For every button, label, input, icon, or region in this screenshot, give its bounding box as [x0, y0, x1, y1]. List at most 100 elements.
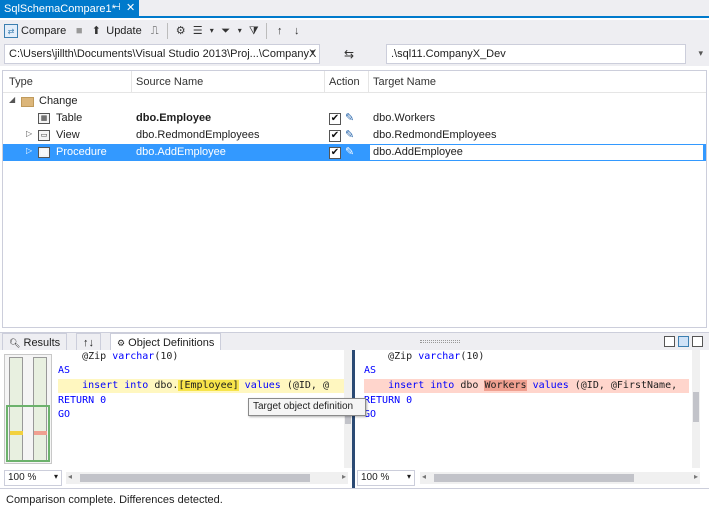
table-row[interactable]: ▦ Table dbo.Employee ✔ ✎ dbo.Workers: [3, 110, 706, 127]
code-keyword: varchar: [418, 351, 461, 362]
source-zoom-selector[interactable]: 100 % ▾: [4, 470, 62, 486]
row-target-name: dbo.Workers: [373, 112, 436, 124]
column-divider[interactable]: [324, 71, 325, 93]
zoom-value: 100 %: [8, 472, 37, 483]
code-keyword: varchar: [112, 351, 155, 362]
code-line-changed: insert into dbo.[Employee] values (@ID, …: [58, 379, 344, 393]
layout-split-vertical-icon[interactable]: [664, 336, 675, 347]
table-row[interactable]: ▷ ▭ View dbo.RedmondEmployees ✔ ✎ dbo.Re…: [3, 127, 706, 144]
code-keyword: values: [526, 380, 569, 391]
target-path: .\sql11.CompanyX_Dev: [391, 48, 506, 60]
code-keyword: values: [238, 380, 281, 391]
lower-pane-tabs: 🔍︎ Results ↑↓ ⚙ Object Definitions: [0, 332, 709, 351]
expand-triangle-icon[interactable]: ▷: [26, 129, 32, 138]
results-grid: Type Source Name Action Target Name ◢ Ch…: [2, 70, 707, 328]
next-change-icon[interactable]: ↓: [290, 24, 304, 38]
generate-script-icon[interactable]: ⎍: [148, 24, 162, 38]
action-checkbox[interactable]: ✔: [329, 113, 341, 125]
code-line: @Zip varchar(10): [364, 350, 484, 364]
column-divider[interactable]: [131, 71, 132, 93]
differences-overview[interactable]: [4, 354, 52, 464]
table-row-selected[interactable]: ▷ ▤ Procedure dbo.AddEmployee ✔ ✎ dbo.Ad…: [3, 144, 706, 161]
close-icon[interactable]: ✕: [126, 1, 135, 14]
target-selector[interactable]: .\sql11.CompanyX_Dev: [386, 44, 686, 64]
layout-split-horizontal-icon[interactable]: [678, 336, 689, 347]
schema-compare-toolbar: ⇄ Compare ■ ⬆ Update ⎍ ⚙ ☰ ▾ ⏷ ▾ ⧩ ↑ ↓: [0, 20, 709, 42]
source-selector[interactable]: C:\Users\jillth\Documents\Visual Studio …: [4, 44, 320, 64]
update-icon: ⬆: [91, 25, 101, 37]
action-checkbox[interactable]: ✔: [329, 147, 341, 159]
group-results-icon[interactable]: ☰: [191, 24, 205, 38]
row-type: View: [56, 129, 80, 141]
target-code-pane[interactable]: @Zip varchar(10) AS insert into dbo Work…: [364, 350, 689, 468]
pane-divider[interactable]: [352, 350, 355, 488]
code-line: AS: [58, 365, 71, 376]
overview-viewport[interactable]: [6, 405, 50, 462]
stop-icon[interactable]: ■: [72, 24, 86, 38]
table-icon: ▦: [38, 113, 50, 124]
pin-icon[interactable]: ⊣: [112, 2, 121, 13]
tab-results-label: Results: [23, 337, 61, 349]
scroll-left-icon[interactable]: ◂: [68, 472, 72, 481]
chevron-down-icon[interactable]: ▾: [698, 48, 703, 59]
column-header-type[interactable]: Type: [9, 76, 33, 88]
update-label: Update: [106, 25, 142, 37]
previous-change-icon[interactable]: ↑: [273, 24, 287, 38]
group-label: Change: [39, 95, 78, 107]
splitter-grip[interactable]: [420, 340, 460, 343]
target-zoom-selector[interactable]: 100 % ▾: [357, 470, 415, 486]
row-type: Procedure: [56, 146, 107, 158]
tab-sort[interactable]: ↑↓: [76, 333, 101, 351]
swap-icon[interactable]: ⇆: [340, 46, 358, 62]
column-header-source[interactable]: Source Name: [136, 76, 203, 88]
code-line-changed: insert into dbo Workers values (@ID, @Fi…: [364, 379, 689, 393]
filter-icon[interactable]: ⏷: [219, 24, 233, 38]
column-divider[interactable]: [368, 71, 369, 93]
update-button[interactable]: ⬆ Update: [89, 21, 142, 41]
scroll-thumb[interactable]: [80, 474, 310, 482]
target-vertical-scrollbar[interactable]: [692, 350, 700, 468]
tab-results[interactable]: 🔍︎ Results: [2, 333, 68, 351]
dropdown-icon[interactable]: ▾: [236, 24, 244, 38]
scroll-right-icon[interactable]: ▸: [694, 472, 698, 481]
compare-label: Compare: [21, 25, 67, 37]
column-header-target[interactable]: Target Name: [373, 76, 436, 88]
tooltip: Target object definition: [248, 398, 366, 416]
scroll-right-icon[interactable]: ▸: [342, 472, 346, 481]
grid-header: Type Source Name Action Target Name: [3, 71, 706, 93]
column-header-action[interactable]: Action: [329, 76, 360, 88]
row-type: Table: [56, 112, 83, 124]
compare-button[interactable]: ⇄ Compare: [4, 21, 66, 41]
action-checkbox[interactable]: ✔: [329, 130, 341, 142]
source-horizontal-scrollbar[interactable]: ◂ ▸: [66, 472, 348, 484]
collapse-triangle-icon[interactable]: ◢: [9, 95, 15, 104]
scroll-thumb[interactable]: [434, 474, 634, 482]
dropdown-icon[interactable]: ▾: [208, 24, 216, 38]
target-horizontal-scrollbar[interactable]: ◂ ▸: [420, 472, 700, 484]
code-line: @Zip varchar(10): [58, 350, 178, 364]
compare-icon: ⇄: [4, 24, 18, 38]
layout-single-icon[interactable]: [692, 336, 703, 347]
chevron-down-icon: ▾: [406, 472, 411, 481]
code-line: AS: [364, 365, 377, 376]
expand-triangle-icon[interactable]: ▷: [26, 146, 32, 155]
document-tab-title: SqlSchemaCompare1*: [4, 3, 116, 15]
group-row-change[interactable]: ◢ Change: [3, 93, 706, 110]
options-gear-icon[interactable]: ⚙: [174, 24, 188, 38]
pencil-icon: ✎: [345, 129, 355, 141]
code-keyword: insert into: [82, 380, 149, 391]
code-line: GO: [58, 409, 71, 420]
document-tab-strip: SqlSchemaCompare1* ⊣ ✕: [0, 0, 709, 18]
row-source-name: dbo.AddEmployee: [136, 146, 226, 158]
tab-object-definitions[interactable]: ⚙ Object Definitions: [110, 333, 222, 351]
object-definitions-icon: ⚙: [117, 338, 126, 348]
document-tab[interactable]: SqlSchemaCompare1* ⊣ ✕: [0, 0, 139, 18]
scroll-thumb[interactable]: [693, 392, 699, 422]
status-bar: Comparison complete. Differences detecte…: [0, 488, 709, 512]
code-text: (10): [154, 351, 179, 362]
scroll-left-icon[interactable]: ◂: [422, 472, 426, 481]
folder-icon: [21, 97, 34, 107]
filter-equal-icon[interactable]: ⧩: [247, 24, 261, 38]
row-target-name-editor[interactable]: dbo.AddEmployee: [369, 144, 704, 161]
code-line: RETURN 0: [364, 395, 413, 406]
